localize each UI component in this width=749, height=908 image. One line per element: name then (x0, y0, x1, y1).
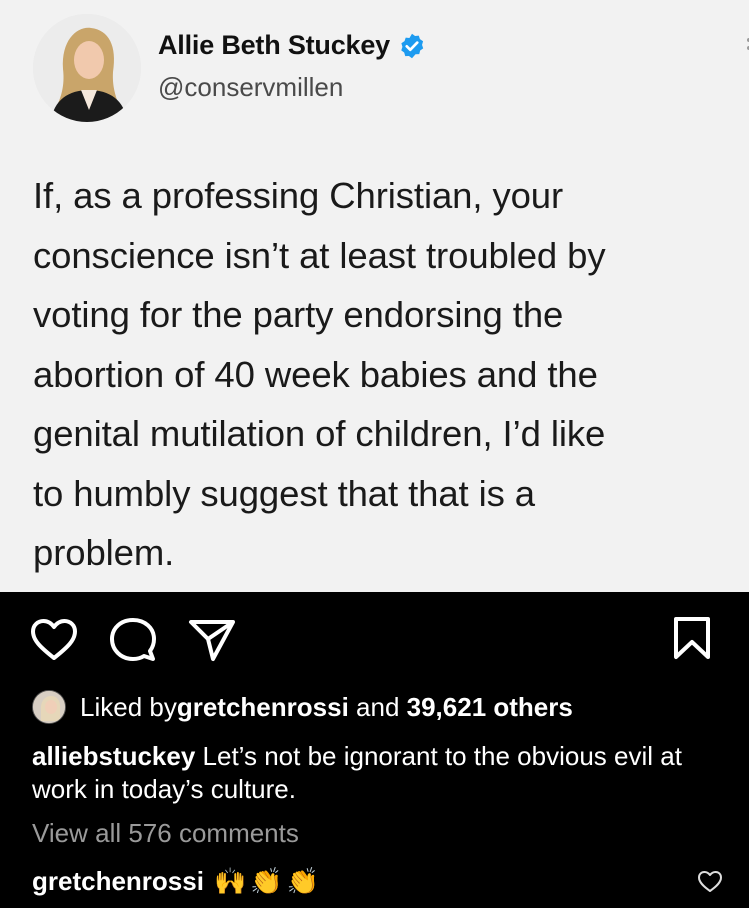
clapping-hands-emoji: 👏 (250, 866, 283, 896)
author-handle[interactable]: @conservmillen (158, 72, 343, 103)
clapping-hands-emoji: 👏 (286, 866, 320, 896)
view-all-comments-link[interactable]: View all 576 comments (32, 818, 299, 849)
comment-button[interactable] (110, 617, 156, 663)
liked-user[interactable]: gretchenrossi (177, 692, 349, 723)
caption-username[interactable]: alliebstuckey (32, 741, 195, 771)
liked-prefix: Liked by (80, 691, 177, 722)
like-button[interactable] (30, 618, 78, 662)
liker-avatar (32, 690, 66, 724)
more-icon[interactable] (745, 36, 749, 54)
comment-icon (110, 618, 156, 661)
post-caption: alliebstuckey Let’s not be ignorant to t… (32, 740, 722, 806)
author-avatar[interactable] (33, 14, 141, 122)
tweet-line: If, as a professing Christian, your (33, 175, 564, 216)
bookmark-icon (674, 617, 710, 659)
heart-icon (31, 619, 77, 660)
comment-emojis: 🙌 👏 👏 (214, 866, 319, 897)
liked-and: and (348, 691, 407, 722)
likes-summary[interactable]: Liked by gretchenrossi and 39,621 others (32, 690, 573, 724)
post-action-bar (0, 592, 749, 678)
tweet-text: If, as a professing Christian, your cons… (33, 166, 745, 583)
share-button[interactable] (188, 618, 236, 662)
raising-hands-emoji: 🙌 (213, 866, 247, 896)
comment-like-button[interactable] (697, 870, 723, 899)
share-icon (189, 620, 235, 661)
liked-others[interactable]: 39,621 others (407, 692, 573, 723)
tweet-line: problem. (33, 532, 175, 573)
tweet-line: genital mutilation of children, I’d like (33, 413, 606, 454)
tweet-line: conscience isn’t at least troubled by (33, 234, 606, 276)
tweet-line: abortion of 40 week babies and the (33, 353, 598, 395)
heart-outline-icon (698, 871, 722, 892)
author-name[interactable]: Allie Beth Stuckey (158, 30, 426, 61)
save-button[interactable] (673, 616, 711, 660)
tweet-screenshot: Allie Beth Stuckey @conservmillen If, as… (0, 0, 749, 592)
tweet-line: to humbly suggest that that is a (33, 472, 536, 514)
tweet-line: voting for the party endorsing the (33, 294, 564, 335)
author-name-text: Allie Beth Stuckey (158, 30, 390, 60)
comment-username[interactable]: gretchenrossi (32, 866, 204, 897)
comment-row: gretchenrossi 🙌 👏 👏 (32, 866, 319, 897)
verified-badge-icon (401, 33, 424, 58)
